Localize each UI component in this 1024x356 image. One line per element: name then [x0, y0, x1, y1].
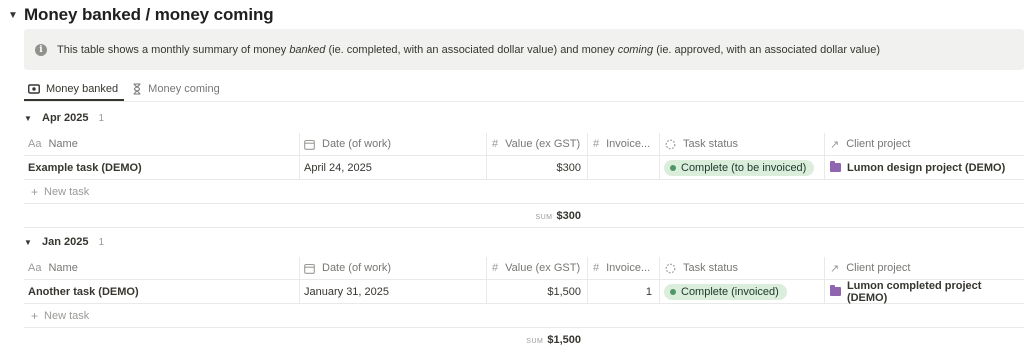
- new-task-row[interactable]: + New task: [24, 304, 1024, 328]
- info-icon: i: [35, 43, 47, 56]
- calendar-icon: [304, 263, 315, 274]
- task-name-cell[interactable]: Example task (DEMO): [28, 156, 298, 179]
- summary-row: SUM $1,500: [24, 329, 1024, 351]
- table-header-row: Aa Name Date (of work) # Value (ex GST) # I…: [24, 133, 1024, 156]
- column-header-client[interactable]: ↗ Client project: [830, 133, 1020, 155]
- date-cell[interactable]: April 24, 2025: [304, 156, 484, 179]
- group-collapse-icon[interactable]: ▼: [24, 114, 36, 123]
- sum-calculation[interactable]: SUM $300: [535, 205, 581, 227]
- status-dot-icon: [670, 164, 676, 171]
- section-header: ▼ Money banked / money coming: [8, 5, 274, 25]
- status-badge: Complete (invoiced): [664, 283, 787, 300]
- group-header[interactable]: ▼ Apr 2025 1: [24, 108, 104, 128]
- invoice-cell[interactable]: [593, 156, 652, 179]
- status-badge: Complete (to be invoiced): [664, 159, 815, 176]
- tabs-divider: [24, 101, 1024, 102]
- column-header-value[interactable]: # Value (ex GST): [492, 257, 587, 279]
- client-cell[interactable]: Lumon completed project (DEMO): [830, 280, 1024, 304]
- column-header-date[interactable]: Date (of work): [304, 257, 484, 279]
- client-link[interactable]: Lumon completed project (DEMO): [847, 280, 1024, 304]
- number-property-icon: #: [593, 138, 600, 150]
- column-header-name[interactable]: Aa Name: [28, 257, 298, 279]
- table-row[interactable]: Another task (DEMO) January 31, 2025 $1,…: [24, 280, 1024, 304]
- number-property-icon: #: [593, 262, 600, 274]
- group-divider: [24, 227, 1024, 228]
- new-task-row[interactable]: + New task: [24, 180, 1024, 204]
- info-callout: i This table shows a monthly summary of …: [24, 29, 1024, 70]
- calendar-icon: [304, 139, 315, 150]
- group-count: 1: [98, 112, 105, 124]
- client-link[interactable]: Lumon design project (DEMO): [847, 162, 1005, 174]
- group-name: Apr 2025: [42, 112, 89, 124]
- number-property-icon: #: [492, 138, 499, 150]
- column-header-status[interactable]: Task status: [665, 133, 825, 155]
- status-cell[interactable]: Complete (to be invoiced): [664, 156, 824, 179]
- column-header-status[interactable]: Task status: [665, 257, 825, 279]
- status-icon: [665, 263, 676, 274]
- value-cell[interactable]: $300: [492, 156, 581, 179]
- view-tabs: Money banked Money coming: [24, 78, 230, 101]
- client-cell[interactable]: Lumon design project (DEMO): [830, 156, 1024, 179]
- task-name-cell[interactable]: Another task (DEMO): [28, 280, 298, 303]
- folder-icon: [830, 285, 841, 296]
- status-icon: [665, 139, 676, 150]
- status-dot-icon: [670, 288, 676, 295]
- text-property-icon: Aa: [28, 138, 42, 150]
- column-header-date[interactable]: Date (of work): [304, 133, 484, 155]
- column-header-name[interactable]: Aa Name: [28, 133, 298, 155]
- column-header-invoice[interactable]: # Invoice...: [593, 257, 658, 279]
- group-collapse-icon[interactable]: ▼: [24, 238, 36, 247]
- table-row[interactable]: Example task (DEMO) April 24, 2025 $300 …: [24, 156, 1024, 180]
- table-header-row: Aa Name Date (of work) # Value (ex GST) # I…: [24, 257, 1024, 280]
- plus-icon: +: [31, 308, 39, 323]
- status-cell[interactable]: Complete (invoiced): [664, 280, 824, 303]
- group-header[interactable]: ▼ Jan 2025 1: [24, 232, 104, 252]
- column-header-client[interactable]: ↗ Client project: [830, 257, 1020, 279]
- new-task-label: New task: [44, 309, 90, 322]
- money-icon: [28, 84, 40, 94]
- new-task-label: New task: [44, 185, 90, 198]
- callout-text: This table shows a monthly summary of mo…: [57, 43, 881, 56]
- plus-icon: +: [31, 184, 39, 199]
- collapse-toggle-icon[interactable]: ▼: [8, 10, 20, 21]
- sum-calculation[interactable]: SUM $1,500: [526, 329, 581, 351]
- number-property-icon: #: [492, 262, 499, 274]
- tab-money-coming[interactable]: Money coming: [128, 78, 226, 100]
- value-cell[interactable]: $1,500: [492, 280, 581, 303]
- tab-money-banked[interactable]: Money banked: [24, 78, 125, 101]
- relation-arrow-icon: ↗: [830, 138, 840, 151]
- summary-row: SUM $300: [24, 205, 1024, 227]
- group-name: Jan 2025: [42, 236, 89, 248]
- relation-arrow-icon: ↗: [830, 262, 840, 275]
- folder-icon: [830, 161, 841, 172]
- tab-label: Money banked: [46, 83, 119, 95]
- column-header-value[interactable]: # Value (ex GST): [492, 133, 587, 155]
- date-cell[interactable]: January 31, 2025: [304, 280, 484, 303]
- page-title: Money banked / money coming: [24, 5, 274, 24]
- tab-label: Money coming: [148, 83, 220, 95]
- hourglass-icon: [132, 83, 142, 95]
- column-header-invoice[interactable]: # Invoice...: [593, 133, 658, 155]
- text-property-icon: Aa: [28, 262, 42, 274]
- group-count: 1: [98, 236, 105, 248]
- invoice-cell[interactable]: 1: [593, 280, 652, 303]
